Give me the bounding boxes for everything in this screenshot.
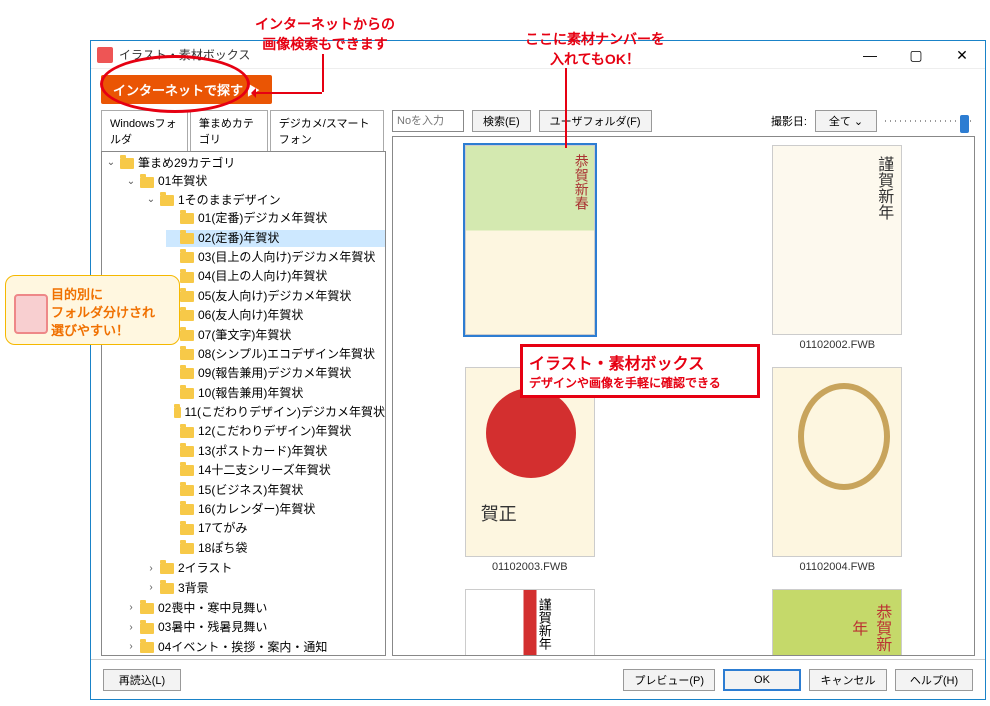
- tree-leaf[interactable]: 09(報告兼用)デジカメ年賀状: [198, 365, 351, 382]
- help-button[interactable]: ヘルプ(H): [895, 669, 973, 691]
- date-filter-select[interactable]: 全て ⌄: [815, 110, 877, 132]
- folder-icon: [140, 177, 154, 188]
- folder-icon: [180, 368, 194, 379]
- tree-leaf[interactable]: 16(カレンダー)年賀状: [198, 501, 315, 518]
- folder-icon: [180, 330, 194, 341]
- annotation-box: イラスト・素材ボックス デザインや画像を手軽に確認できる: [520, 344, 760, 398]
- tab-camera[interactable]: デジカメ/スマートフォン: [270, 110, 384, 151]
- folder-icon: [180, 310, 194, 321]
- tree-leaf[interactable]: 12(こだわりデザイン)年賀状: [198, 423, 351, 440]
- tree-node[interactable]: 1そのままデザイン: [178, 192, 281, 209]
- annotation-title: イラスト・素材ボックス: [529, 350, 751, 374]
- folder-icon: [180, 252, 194, 263]
- folder-tree[interactable]: ⌄筆まめ29カテゴリ ⌄01年賀状 ⌄1そのままデザイン 01(定番)デジカメ年…: [101, 151, 386, 656]
- folder-icon: [180, 465, 194, 476]
- dialog-footer: 再読込(L) プレビュー(P) OK キャンセル ヘルプ(H): [91, 659, 985, 699]
- pointer-line: [322, 54, 324, 92]
- folder-icon: [140, 642, 154, 653]
- tree-leaf[interactable]: 11(こだわりデザイン)デジカメ年賀状: [185, 404, 385, 421]
- thumbnail[interactable]: [772, 589, 902, 656]
- folder-icon: [180, 213, 194, 224]
- folder-icon: [160, 195, 174, 206]
- number-input[interactable]: [392, 110, 464, 132]
- folder-icon: [140, 623, 154, 634]
- tab-fudemame-category[interactable]: 筆まめカテゴリ: [190, 110, 268, 151]
- thumb-cell[interactable]: [465, 145, 595, 351]
- thumb-cell[interactable]: [772, 589, 902, 656]
- userfolder-button[interactable]: ユーザフォルダ(F): [539, 110, 652, 132]
- thumbnail[interactable]: [465, 589, 595, 656]
- thumbnail[interactable]: [465, 145, 595, 335]
- reload-button[interactable]: 再読込(L): [103, 669, 181, 691]
- folder-icon: [120, 158, 134, 169]
- tree-node[interactable]: 04イベント・挨拶・案内・通知: [158, 639, 327, 656]
- pointer-line: [565, 68, 567, 148]
- minimize-button[interactable]: —: [847, 41, 893, 69]
- tree-leaf[interactable]: 10(報告兼用)年賀状: [198, 385, 303, 402]
- maximize-button[interactable]: ▢: [893, 41, 939, 69]
- thumb-cell[interactable]: 01102002.FWB: [772, 145, 902, 351]
- left-panel: Windowsフォルダ 筆まめカテゴリ デジカメ/スマートフォン ⌄筆まめ29カ…: [101, 110, 386, 656]
- tree-leaf[interactable]: 01(定番)デジカメ年賀状: [198, 210, 327, 227]
- close-button[interactable]: ✕: [939, 41, 985, 69]
- tab-windows-folder[interactable]: Windowsフォルダ: [101, 110, 188, 151]
- folder-icon: [180, 485, 194, 496]
- tree-leaf[interactable]: 02(定番)年賀状: [198, 230, 279, 247]
- callout-number: ここに素材ナンバーを 入れてもOK！: [515, 30, 675, 69]
- tree-leaf[interactable]: 06(友人向け)年賀状: [198, 307, 303, 324]
- pointer-arrow: [254, 92, 322, 94]
- tree-leaf[interactable]: 17てがみ: [198, 520, 247, 537]
- window-title: イラスト・素材ボックス: [119, 46, 847, 63]
- folder-icon: [180, 349, 194, 360]
- tree-node[interactable]: 02喪中・寒中見舞い: [158, 600, 267, 617]
- folder-icon: [160, 563, 174, 574]
- thumb-filename: 01102002.FWB: [772, 339, 902, 351]
- shoot-date-label: 撮影日:: [771, 113, 807, 129]
- folder-icon: [160, 583, 174, 594]
- folder-icon: [180, 446, 194, 457]
- tree-node[interactable]: 01年賀状: [158, 173, 207, 190]
- preview-button[interactable]: プレビュー(P): [623, 669, 715, 691]
- search-button[interactable]: 検索(E): [472, 110, 531, 132]
- thumbnail[interactable]: [772, 145, 902, 335]
- thumb-filename: 01102003.FWB: [465, 561, 595, 573]
- thumb-filename: 01102004.FWB: [772, 561, 902, 573]
- thumbnail[interactable]: [772, 367, 902, 557]
- callout-internet: インターネットからの 画像検索もできます: [240, 15, 410, 54]
- tree-leaf[interactable]: 13(ポストカード)年賀状: [198, 443, 327, 460]
- tree-leaf[interactable]: 08(シンプル)エコデザイン年賀状: [198, 346, 375, 363]
- cancel-button[interactable]: キャンセル: [809, 669, 887, 691]
- tree-leaf[interactable]: 07(筆文字)年賀状: [198, 327, 291, 344]
- tree-node[interactable]: 03暑中・残暑見舞い: [158, 619, 267, 636]
- folder-icon: [180, 291, 194, 302]
- folder-icon: [180, 272, 194, 283]
- folder-icon: [180, 543, 194, 554]
- folder-icon: [180, 388, 194, 399]
- thumb-cell[interactable]: [465, 589, 595, 656]
- side-tip: 目的別に フォルダ分けされ 選びやすい！: [5, 275, 180, 345]
- folder-icon: [180, 233, 194, 244]
- tree-leaf[interactable]: 03(目上の人向け)デジカメ年賀状: [198, 249, 375, 266]
- thumb-size-slider[interactable]: [885, 115, 975, 127]
- tree-leaf[interactable]: 04(目上の人向け)年賀状: [198, 268, 327, 285]
- source-tabs: Windowsフォルダ 筆まめカテゴリ デジカメ/スマートフォン: [101, 110, 386, 151]
- folder-icon: [180, 427, 194, 438]
- folder-icon: [180, 504, 194, 515]
- tree-leaf[interactable]: 18ぽち袋: [198, 540, 247, 557]
- tree-leaf[interactable]: 14十二支シリーズ年賀状: [198, 462, 331, 479]
- folder-icon: [174, 407, 180, 418]
- annotation-subtitle: デザインや画像を手軽に確認できる: [529, 374, 751, 391]
- search-row: 検索(E) ユーザフォルダ(F) 撮影日: 全て ⌄: [392, 110, 975, 136]
- tree-root[interactable]: 筆まめ29カテゴリ: [138, 155, 235, 172]
- folder-icon: [140, 603, 154, 614]
- tree-node[interactable]: 3背景: [178, 580, 209, 597]
- tree-leaf[interactable]: 05(友人向け)デジカメ年賀状: [198, 288, 351, 305]
- folder-icon: [180, 524, 194, 535]
- thumb-cell[interactable]: 01102004.FWB: [772, 367, 902, 573]
- tree-leaf[interactable]: 15(ビジネス)年賀状: [198, 482, 303, 499]
- tree-node[interactable]: 2イラスト: [178, 560, 232, 577]
- app-icon: [97, 47, 113, 63]
- ok-button[interactable]: OK: [723, 669, 801, 691]
